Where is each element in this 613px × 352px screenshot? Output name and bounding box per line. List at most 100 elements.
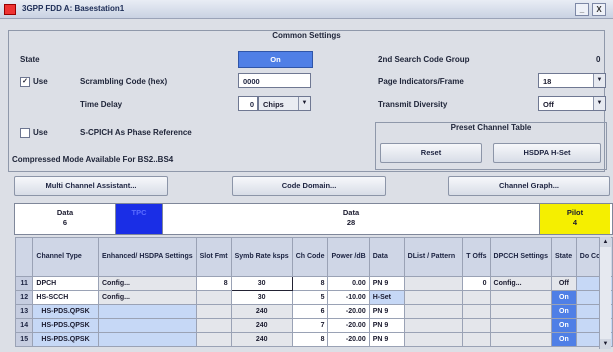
channel-type-cell[interactable]: HS-SCCH — [32, 290, 99, 305]
slot-pilot-value: 4 — [572, 218, 578, 227]
data-cell[interactable]: PN 9 — [368, 304, 405, 319]
slot-data-2-name: Data — [342, 208, 360, 217]
transmit-diversity-select[interactable]: Off ▼ — [538, 96, 606, 111]
col-header-state: State — [550, 237, 577, 277]
slot-fmt-cell — [195, 290, 232, 305]
dlist-cell — [403, 304, 464, 319]
state-cell[interactable]: On — [550, 290, 577, 305]
slot-tpc: TPC — [116, 204, 163, 234]
dlist-cell — [403, 318, 464, 333]
window-title: 3GPP FDD A: Basestation1 — [22, 4, 125, 13]
ch-code-cell[interactable]: 7 — [291, 318, 329, 333]
col-header-ch-code: Ch Code — [291, 237, 329, 277]
window: 3GPP FDD A: Basestation1 _ X Common Sett… — [0, 0, 613, 352]
minimize-icon[interactable]: _ — [575, 3, 589, 16]
power-cell[interactable]: -20.00 — [327, 332, 370, 347]
hsdpa-config-button[interactable]: Config... — [97, 290, 197, 305]
slot-pilot-name: Pilot — [566, 208, 584, 217]
slot-tpc-name: TPC — [131, 208, 147, 217]
col-header-index — [14, 237, 34, 277]
slot-fmt-cell[interactable]: 8 — [195, 276, 232, 291]
state-cell[interactable]: Off — [550, 276, 577, 291]
state-label: State — [20, 55, 40, 64]
preset-header: Preset Channel Table — [450, 123, 532, 132]
slot-fmt-cell — [195, 304, 232, 319]
t-offs-cell — [462, 332, 491, 347]
ch-code-cell[interactable]: 6 — [291, 304, 329, 319]
table-scrollbar[interactable]: ▲ ▼ — [599, 237, 611, 349]
power-cell[interactable]: 0.00 — [327, 276, 370, 291]
scpich-use-label: Use — [33, 128, 48, 137]
slot-data-1-name: Data — [56, 208, 74, 217]
data-cell[interactable]: H-Set — [368, 290, 405, 305]
power-cell[interactable]: -20.00 — [327, 304, 370, 319]
dlist-cell[interactable] — [403, 276, 464, 291]
state-cell[interactable]: On — [550, 318, 577, 333]
col-header-hsdpa-settings: Enhanced/ HSDPA Settings — [97, 237, 197, 277]
channel-type-cell[interactable]: HS-PDS.QPSK — [32, 318, 99, 333]
table-row: 11 DPCH Config... 8 30 8 0.00 PN 9 0 Con… — [14, 276, 613, 291]
table-row: 13 HS-PDS.QPSK 240 6 -20.00 PN 9 On — [14, 304, 613, 319]
ch-code-cell[interactable]: 8 — [291, 276, 329, 291]
state-cell[interactable]: On — [550, 304, 577, 319]
symb-rate-cell: 240 — [230, 332, 293, 347]
close-icon[interactable]: X — [592, 3, 606, 16]
scpich-use-checkbox[interactable] — [20, 128, 30, 138]
dpcch-cell — [489, 332, 552, 347]
scroll-down-icon[interactable]: ▼ — [600, 339, 611, 349]
table-row: 12 HS-SCCH Config... 30 5 -10.00 H-Set O… — [14, 290, 613, 305]
hsdpa-hset-button[interactable]: HSDPA H-Set — [493, 143, 601, 163]
dpcch-config-button[interactable]: Config... — [489, 276, 552, 291]
reset-button[interactable]: Reset — [380, 143, 482, 163]
slot-data-1-value: 6 — [62, 218, 68, 227]
slot-data-1: Data 6 — [15, 204, 116, 234]
table-row: 14 HS-PDS.QPSK 240 7 -20.00 PN 9 On — [14, 318, 613, 333]
multi-channel-assistant-button[interactable]: Multi Channel Assistant... — [14, 176, 168, 196]
time-delay-input[interactable]: 0 — [238, 96, 258, 111]
col-header-power: Power /dB — [327, 237, 370, 277]
dpcch-cell — [489, 304, 552, 319]
symb-rate-cell: 240 — [230, 304, 293, 319]
col-header-channel-type: Channel Type — [32, 237, 99, 277]
channel-type-cell[interactable]: HS-PDS.QPSK — [32, 304, 99, 319]
slot-structure-bar: Data 6 TPC Data 28 Pilot 4 — [14, 203, 613, 235]
compressed-mode-label: Compressed Mode Available For BS2..BS4 — [12, 155, 174, 164]
symb-rate-cell[interactable]: 30 — [230, 276, 293, 291]
transmit-diversity-value: Off — [543, 100, 554, 109]
ch-code-cell[interactable]: 8 — [291, 332, 329, 347]
slot-data-2-value: 28 — [346, 218, 356, 227]
symb-rate-cell[interactable]: 30 — [230, 290, 293, 305]
col-header-symb-rate: Symb Rate ksps — [230, 237, 293, 277]
hsdpa-config-button[interactable]: Config... — [97, 276, 197, 291]
data-cell[interactable]: PN 9 — [368, 276, 405, 291]
use-label: Use — [33, 77, 48, 86]
state-cell[interactable]: On — [550, 332, 577, 347]
channel-type-cell[interactable]: DPCH — [32, 276, 99, 291]
ch-code-cell[interactable]: 5 — [291, 290, 329, 305]
scroll-up-icon[interactable]: ▲ — [600, 237, 611, 247]
chevron-down-icon: ▼ — [298, 97, 310, 110]
common-settings-header: Common Settings — [272, 31, 341, 40]
row-index: 15 — [14, 332, 34, 347]
table-header-row: Channel Type Enhanced/ HSDPA Settings Sl… — [14, 237, 613, 277]
channel-type-cell[interactable]: HS-PDS.QPSK — [32, 332, 99, 347]
data-cell[interactable]: PN 9 — [368, 318, 405, 333]
scrambling-code-input[interactable]: 0000 — [238, 73, 311, 88]
code-domain-button[interactable]: Code Domain... — [232, 176, 386, 196]
t-offs-cell[interactable]: 0 — [462, 276, 491, 291]
time-delay-label: Time Delay — [80, 100, 123, 109]
slot-data-2: Data 28 — [163, 204, 540, 234]
state-toggle[interactable]: On — [238, 51, 313, 68]
channel-graph-button[interactable]: Channel Graph... — [448, 176, 610, 196]
power-cell[interactable]: -20.00 — [327, 318, 370, 333]
page-indicators-label: Page Indicators/Frame — [378, 77, 464, 86]
t-offs-cell — [462, 318, 491, 333]
use-checkbox[interactable]: ✓ — [20, 77, 30, 87]
page-indicators-select[interactable]: 18 ▼ — [538, 73, 606, 88]
data-cell[interactable]: PN 9 — [368, 332, 405, 347]
dlist-cell — [403, 290, 464, 305]
title-bar: 3GPP FDD A: Basestation1 _ X — [0, 0, 613, 19]
power-cell[interactable]: -10.00 — [327, 290, 370, 305]
time-delay-unit-select[interactable]: Chips ▼ — [258, 96, 311, 111]
app-icon — [4, 4, 16, 15]
